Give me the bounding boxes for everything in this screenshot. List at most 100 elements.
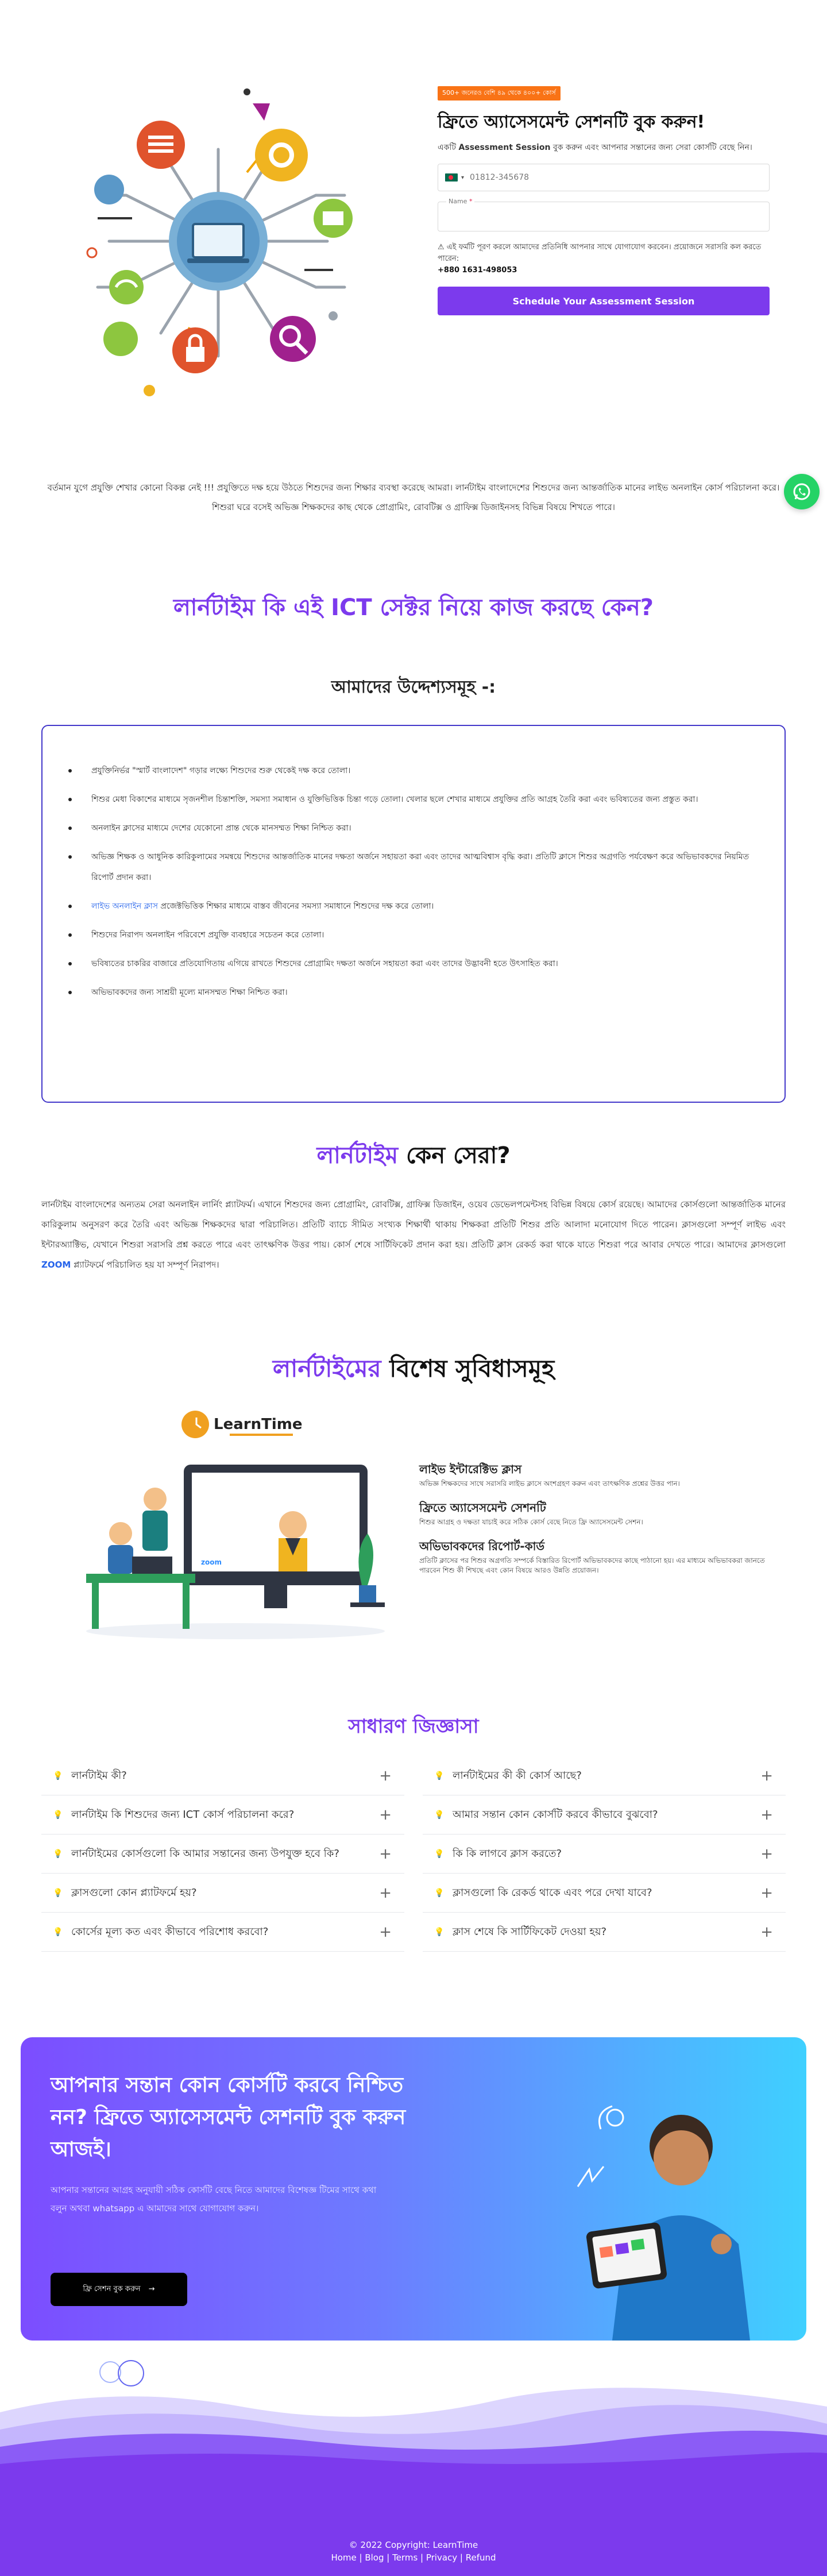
promo-button-label: ফ্রি সেশন বুক করুন [83, 2284, 141, 2293]
objective-item-with-link: লাইভ অনলাইন ক্লাস প্রজেক্টভিত্তিক শিক্ষা… [68, 896, 750, 917]
plus-icon[interactable]: + [760, 1807, 773, 1823]
faq-item[interactable]: 💡 লার্নটাইম কী? + [41, 1756, 404, 1795]
schedule-assessment-button[interactable]: Schedule Your Assessment Session [438, 287, 770, 315]
plus-icon[interactable]: + [760, 1846, 773, 1862]
plus-icon[interactable]: + [379, 1768, 392, 1784]
lightbulb-icon: 💡 [434, 1771, 445, 1781]
zoom-label: ZOOM [41, 1260, 71, 1270]
objectives-box: প্রযুক্তিনির্ভর "স্মার্ট বাংলাদেশ" গড়ার… [41, 725, 786, 1103]
live-class-link[interactable]: লাইভ অনলাইন ক্লাস [91, 902, 158, 911]
lightbulb-icon: 💡 [434, 1888, 445, 1898]
bangladesh-flag-icon[interactable] [445, 173, 458, 181]
name-field[interactable]: Name * [438, 198, 770, 231]
plus-icon[interactable]: + [379, 1885, 392, 1901]
objective-item: শিশুর মেধা বিকাশের মাধ্যমে সৃজনশীল চিন্ত… [68, 789, 750, 810]
why-title: লার্নটাইম কি এই ICT সেক্টর নিয়ে কাজ করছ… [173, 594, 654, 621]
intro-text: বর্তমান যুগে প্রযুক্তি শেখার কোনো বিকল্প… [47, 482, 780, 512]
plus-icon[interactable]: + [379, 1846, 392, 1862]
phone-input[interactable]: 01812-345678 [470, 173, 529, 182]
faq-column-right: 💡 লার্নটাইমের কী কী কোর্স আছে? + 💡 আমার সন্… [423, 1756, 786, 1952]
about-title-rest: কেন সেরা? [406, 1142, 511, 1169]
course-badge: 500+ জনেরও বেশি ৪৯ থেকে ৪০০+ কোর্স [438, 86, 561, 101]
faq-question: লার্নটাইমের কী কী কোর্স আছে? [453, 1769, 582, 1782]
faq-item[interactable]: 💡 কোর্সের মূল্য কত এবং কীভাবে পরিশোধ করবো… [41, 1913, 404, 1952]
svg-text:zoom: zoom [201, 1558, 222, 1566]
lightbulb-icon: 💡 [53, 1927, 63, 1937]
lightbulb-icon: 💡 [53, 1849, 63, 1859]
feature-title: অভিভাবকদের রিপোর্ট-কার্ড [419, 1539, 545, 1553]
objective-text: প্রজেক্টভিত্তিক শিক্ষার মাধ্যমে বাস্তব জ… [160, 902, 434, 911]
faq-question: আমার সন্তান কোন কোর্সটি করবে কীভাবে বুঝব… [453, 1808, 658, 1821]
features-title: লার্নটাইমের বিশেষ সুবিধাসমূহ [0, 1350, 827, 1391]
objective-item: অনলাইন ক্লাসের মাধ্যমে দেশের যেকোনো প্রা… [68, 818, 750, 839]
features-title-highlight: লার্নটাইমের [272, 1354, 381, 1382]
faq-question: ক্লাসগুলো কি রেকর্ড থাকে এবং পরে দেখা যা… [453, 1886, 652, 1899]
feature-desc: অভিজ্ঞ শিক্ষকদের সাথে সরাসরি লাইভ ক্লাসে… [419, 1480, 680, 1488]
promo-banner: আপনার সন্তান কোন কোর্সটি করবে নিশ্চিত নন… [21, 2037, 806, 2341]
faq-item[interactable]: 💡 আমার সন্তান কোন কোর্সটি করবে কীভাবে বুঝ… [423, 1795, 786, 1835]
feature-item: ফ্রিতে অ্যাসেসমেন্ট সেশনটি শিশুর আগ্রহ ও… [419, 1500, 787, 1527]
promo-title: আপনার সন্তান কোন কোর্সটি করবে নিশ্চিত নন… [51, 2073, 406, 2161]
whatsapp-icon [793, 483, 810, 500]
faq-item[interactable]: 💡 ক্লাসগুলো কি রেকর্ড থাকে এবং পরে দেখা য… [423, 1874, 786, 1913]
note-text: ⚠ এই ফর্মটি পূরণ করলে আমাদের প্রতিনিধি আ… [438, 243, 762, 263]
feature-desc: প্রতিটি ক্লাসের পর শিশুর অগ্রগতি সম্পর্ক… [419, 1557, 765, 1574]
faq-question: ক্লাস শেষে কি সার্টিফিকেট দেওয়া হয়? [453, 1925, 607, 1938]
faq-item[interactable]: 💡 লার্নটাইমের কী কী কোর্স আছে? + [423, 1756, 786, 1795]
lightbulb-icon: 💡 [53, 1810, 63, 1820]
features-title-rest: বিশেষ সুবিধাসমূহ [389, 1354, 555, 1382]
hero-title: ফ্রিতে অ্যাসেসমেন্ট সেশনটি বুক করুন! [438, 112, 705, 132]
objective-item: প্রযুক্তিনির্ভর "স্মার্ট বাংলাদেশ" গড়ার… [68, 760, 750, 781]
about-title: লার্নটাইম কেন সেরা? [0, 1137, 827, 1176]
chevron-down-icon[interactable]: ▾ [461, 175, 464, 181]
faq-item[interactable]: 💡 কি কি লাগবে ক্লাস করতে? + [423, 1835, 786, 1874]
page: 500+ জনেরও বেশি ৪৯ থেকে ৪০০+ কোর্স ফ্রিত… [0, 0, 827, 2576]
faq-item[interactable]: 💡 ক্লাসগুলো কোন প্ল্যাটফর্মে হয়? + [41, 1874, 404, 1913]
footer-copyright: © 2022 Copyright: LearnTime [349, 2540, 478, 2550]
desc-rest: বুক করুন এবং আপনার সন্তানের জন্য সেরা কো… [552, 143, 752, 152]
objective-item: অভিজ্ঞ শিক্ষক ও আধুনিক কারিকুলামের সমন্ব… [68, 847, 750, 888]
hero-note: ⚠ এই ফর্মটি পূরণ করলে আমাদের প্রতিনিধি আ… [438, 242, 770, 276]
feature-title: লাইভ ইন্টারেক্টিভ ক্লাস [419, 1462, 522, 1476]
plus-icon[interactable]: + [379, 1807, 392, 1823]
lightbulb-icon: 💡 [53, 1771, 63, 1781]
faq-question: লার্নটাইম কী? [71, 1769, 127, 1782]
faq-question: কোর্সের মূল্য কত এবং কীভাবে পরিশোধ করবো? [71, 1925, 269, 1938]
faq-question: কি কি লাগবে ক্লাস করতে? [453, 1847, 562, 1860]
tech-network-illustration [86, 88, 353, 396]
hero-section: 500+ জনেরও বেশি ৪৯ থেকে ৪০০+ কোর্স ফ্রিত… [0, 0, 827, 437]
desc-prefix: একটি [438, 143, 457, 152]
assessment-form: 500+ জনেরও বেশি ৪৯ থেকে ৪০০+ কোর্স ফ্রিত… [438, 86, 770, 315]
feature-item: লাইভ ইন্টারেক্টিভ ক্লাস অভিজ্ঞ শিক্ষকদের… [419, 1462, 787, 1489]
faq-item[interactable]: 💡 লার্নটাইম কি শিশুদের জন্য ICT কোর্স পরি… [41, 1795, 404, 1835]
objective-item: অভিভাবকদের জন্য সাশ্রয়ী মূল্যে মানসম্মত… [68, 982, 750, 1003]
lightbulb-icon: 💡 [434, 1810, 445, 1820]
about-text: লার্নটাইম বাংলাদেশের অন্যতম সেরা অনলাইন … [41, 1195, 786, 1275]
plus-icon[interactable]: + [760, 1885, 773, 1901]
name-label: Name * [446, 198, 475, 205]
phone-number[interactable]: +880 1631-498053 [438, 266, 517, 275]
faq-question: ক্লাসগুলো কোন প্ল্যাটফর্মে হয়? [71, 1886, 197, 1899]
footer-links[interactable]: Home | Blog | Terms | Privacy | Refund [0, 2551, 827, 2564]
online-class-illustration: zoom LearnTime [86, 1411, 385, 1639]
feature-item: অভিভাবকদের রিপোর্ট-কার্ড প্রতিটি ক্লাসের… [419, 1539, 787, 1575]
objective-item: ভবিষ্যতের চাকরির বাজারে প্রতিযোগিতায় এগ… [68, 953, 750, 974]
lightbulb-icon: 💡 [434, 1849, 445, 1859]
faq-question: লার্নটাইমের কোর্সগুলো কি আমার সন্তানের জ… [71, 1847, 339, 1860]
promo-description: আপনার সন্তানের আগ্রহ অনুযায়ী সঠিক কোর্স… [51, 2185, 377, 2214]
learntime-logo: LearnTime [214, 1416, 302, 1433]
objectives-title: আমাদের উদ্দেশ্যসমূহ -: [331, 677, 496, 697]
objectives-list: প্রযুক্তিনির্ভর "স্মার্ট বাংলাদেশ" গড়ার… [68, 760, 750, 1003]
faq-item[interactable]: 💡 ক্লাস শেষে কি সার্টিফিকেট দেওয়া হয়? + [423, 1913, 786, 1952]
phone-field[interactable]: ▾ 01812-345678 [438, 164, 770, 191]
promo-book-button[interactable]: ফ্রি সেশন বুক করুন → [51, 2273, 187, 2306]
objective-item: শিশুদের নিরাপদ অনলাইন পরিবেশে প্রযুক্তি … [68, 925, 750, 945]
whatsapp-button[interactable] [784, 474, 820, 509]
plus-icon[interactable]: + [760, 1768, 773, 1784]
plus-icon[interactable]: + [379, 1924, 392, 1940]
plus-icon[interactable]: + [760, 1924, 773, 1940]
faq-item[interactable]: 💡 লার্নটাইমের কোর্সগুলো কি আমার সন্তানের … [41, 1835, 404, 1874]
lightbulb-icon: 💡 [434, 1927, 445, 1937]
features-list: লাইভ ইন্টারেক্টিভ ক্লাস অভিজ্ঞ শিক্ষকদের… [419, 1462, 787, 1587]
footer-text: © 2022 Copyright: LearnTime Home | Blog … [0, 2539, 827, 2564]
